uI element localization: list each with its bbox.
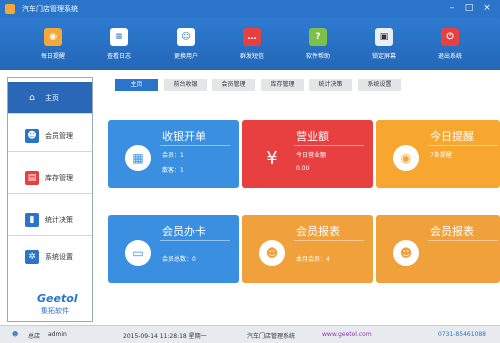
tab-cashier[interactable]: 前台收银: [164, 79, 207, 91]
user-add-icon: ☻: [393, 240, 419, 266]
tab-inventory[interactable]: 库存管理: [261, 79, 304, 91]
divider: [428, 240, 498, 241]
user-icon: ☺: [177, 28, 195, 46]
sidebar-item-home[interactable]: ⌂ 主页: [8, 82, 92, 114]
member-report-card[interactable]: ☻ 会员报表 本月会员：4: [242, 215, 373, 283]
window-title: 汽车门店管理系统: [22, 5, 78, 13]
minimize-button[interactable]: –: [446, 3, 458, 15]
divider: [428, 145, 498, 146]
user-add-icon: ☻: [259, 240, 285, 266]
cashier-card[interactable]: ▦ 收银开单 会员：1 散客：1: [108, 120, 239, 188]
user-icon: ☻: [12, 331, 19, 338]
home-icon: ⌂: [29, 93, 35, 103]
sidebar-item-inventory[interactable]: ▤ 库存管理: [8, 162, 92, 194]
divider: [160, 145, 230, 146]
daily-reminder-button[interactable]: ◉ 每日提醒: [25, 28, 81, 60]
sidebar-item-settings[interactable]: ✲ 系统设置: [8, 241, 92, 273]
mass-sms-button[interactable]: … 群发短信: [224, 28, 280, 60]
reminder-card[interactable]: ◉ 今日提醒 7条提醒: [376, 120, 500, 188]
membership-card[interactable]: ▭ 会员办卡 会员总数：0: [108, 215, 239, 283]
chart-icon: ▮: [25, 213, 39, 227]
revenue-card[interactable]: ¥ 营业额 今日营业额 0.00: [242, 120, 373, 188]
status-bar: ☻ 总店 admin 2015-09-14 11:28:18 星期一 汽车门店管…: [0, 325, 500, 343]
tab-members[interactable]: 会员管理: [212, 79, 255, 91]
tab-home[interactable]: 主页: [115, 79, 158, 91]
website-link[interactable]: www.geetol.com: [322, 331, 372, 338]
phone-number: 0731-85461088: [438, 331, 486, 338]
settings-icon: ✲: [25, 250, 39, 264]
yen-icon: ¥: [266, 147, 278, 169]
exit-button[interactable]: ⏻ 退出系统: [422, 28, 478, 60]
bulb-icon: ◉: [393, 145, 419, 171]
divider: [294, 240, 364, 241]
geetol-logo: Geetol 集拓软件: [37, 292, 78, 315]
store-role: 总店: [28, 333, 41, 340]
maximize-button[interactable]: □: [463, 3, 475, 15]
bulb-icon: ◉: [44, 28, 62, 46]
calculator-icon: ▦: [125, 145, 151, 171]
lock-screen-button[interactable]: ▣ 锁定屏幕: [356, 28, 412, 60]
view-log-button[interactable]: ≡ 查看日志: [91, 28, 147, 60]
close-button[interactable]: ×: [481, 3, 493, 15]
inventory-icon: ▤: [25, 171, 39, 185]
help-button[interactable]: ? 软件帮助: [290, 28, 346, 60]
tab-statistics[interactable]: 统计决策: [309, 79, 352, 91]
switch-user-button[interactable]: ☺ 更换用户: [158, 28, 214, 60]
chat-icon: …: [243, 28, 261, 46]
list-icon: ≡: [110, 28, 128, 46]
member-icon: ☻: [25, 129, 39, 143]
sidebar: ⌂ 主页 ☻ 会员管理 ▤ 库存管理 ▮ 统计决策 ✲ 系统设置 Geetol …: [7, 77, 93, 322]
power-icon: ⏻: [441, 28, 459, 46]
divider: [294, 145, 364, 146]
lock-icon: ▣: [375, 28, 393, 46]
member-report-card-2[interactable]: ☻ 会员报表: [376, 215, 500, 283]
username: admin: [48, 331, 67, 338]
sidebar-item-members[interactable]: ☻ 会员管理: [8, 120, 92, 152]
title-bar: 汽车门店管理系统 – □ ×: [0, 0, 500, 18]
divider: [160, 240, 230, 241]
app-icon: [5, 4, 15, 14]
sidebar-item-statistics[interactable]: ▮ 统计决策: [8, 204, 92, 236]
help-icon: ?: [309, 28, 327, 46]
card-icon: ▭: [125, 240, 151, 266]
app-name: 汽车门店管理系统: [247, 333, 296, 340]
datetime: 2015-09-14 11:28:18 星期一: [123, 333, 207, 340]
tab-settings[interactable]: 系统设置: [358, 79, 401, 91]
main-toolbar: ◉ 每日提醒 ≡ 查看日志 ☺ 更换用户 … 群发短信 ? 软件帮助 ▣ 锁定屏…: [0, 18, 500, 70]
